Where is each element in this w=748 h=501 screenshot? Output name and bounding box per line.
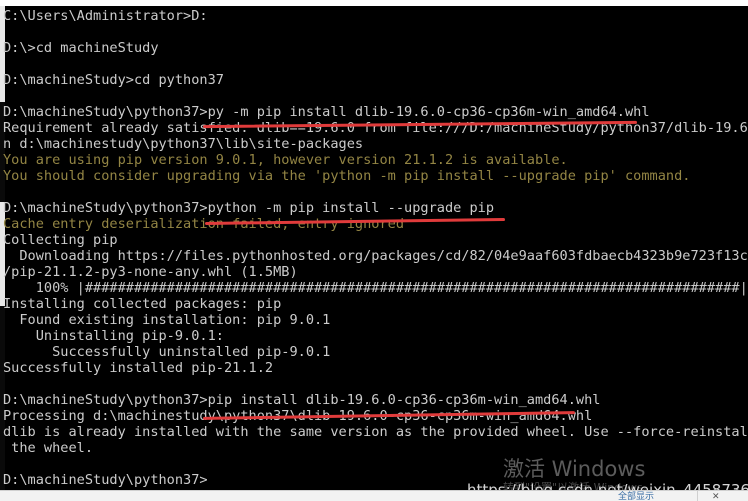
console-line: D:\machineStudy\python37> [3,472,208,488]
screenshot-root: C:\Users\Administrator>D: D:\>cd machineS… [0,0,748,501]
console-line: D:\machineStudy>cd python37 [3,72,224,88]
console-line: Installing collected packages: pip [3,296,282,312]
console-line: Downloading https://files.pythonhosted.o… [3,248,748,264]
console-line: You should consider upgrading via the 'p… [3,168,691,184]
console-line: Successfully uninstalled pip-9.0.1 [3,344,331,360]
console-line: D:\machineStudy\python37>python -m pip i… [3,200,495,216]
console-line: the wheel. [3,440,94,456]
close-icon[interactable]: ✕ [712,492,720,501]
bottom-bar-divider [697,491,698,501]
show-all-button[interactable]: 全部显示 [618,492,654,501]
console-line: You are using pip version 9.0.1, however… [3,152,568,168]
console-line: D:\machineStudy\python37>py -m pip insta… [3,104,650,120]
console-line: D:\machineStudy\python37>pip install dli… [3,392,601,408]
command-prompt-console[interactable]: C:\Users\Administrator>D: D:\>cd machineS… [0,6,748,490]
console-line: n d:\machinestudy\python37\lib\site-pack… [3,136,364,152]
console-line: Cache entry deserialization failed, entr… [3,216,405,232]
console-line: dlib is already installed with the same … [3,424,748,440]
console-line: D:\>cd machineStudy [3,40,159,56]
console-line: Successfully installed pip-21.1.2 [3,360,274,376]
console-line: /pip-21.1.2-py3-none-any.whl (1.5MB) [3,264,298,280]
console-line: Uninstalling pip-9.0.1: [3,328,224,344]
console-line: 100% |##################################… [35,280,748,296]
bottom-status-bar: 全部显示 ✕ [0,490,748,501]
console-line: Found existing installation: pip 9.0.1 [3,312,331,328]
console-line: Collecting pip [3,232,118,248]
console-line: C:\Users\Administrator>D: [3,8,208,24]
